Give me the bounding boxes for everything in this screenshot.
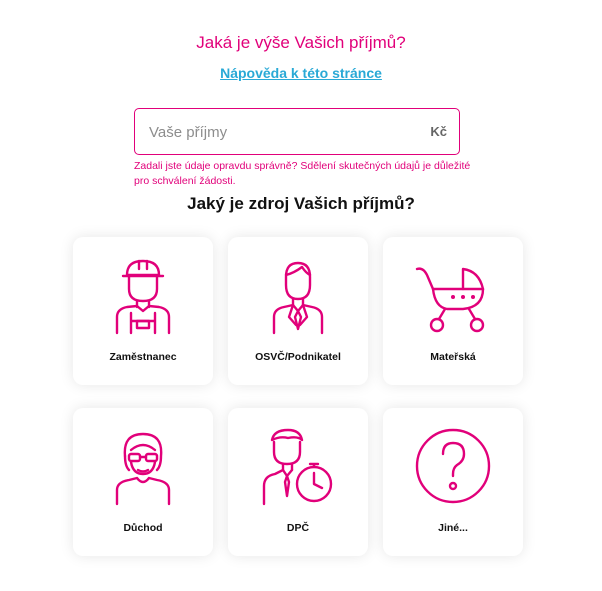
source-card-maternity[interactable]: Mateřská [383, 237, 523, 385]
section-title: Jaký je zdroj Vašich příjmů? [187, 194, 415, 213]
source-label: Zaměstnanec [109, 351, 177, 363]
source-card-other[interactable]: Jiné... [383, 408, 523, 556]
page-title: Jaká je výše Vašich příjmů? [196, 33, 406, 52]
income-field[interactable]: Kč [134, 108, 460, 156]
source-card-pension[interactable]: Důchod [73, 408, 213, 556]
baby-stroller-icon [415, 267, 485, 333]
businessman-icon [272, 261, 324, 335]
source-card-self-employed[interactable]: OSVČ/Podnikatel [228, 237, 368, 385]
currency-label: Kč [430, 124, 447, 139]
source-label: Jiné... [438, 522, 468, 534]
help-link[interactable]: Nápověda k této stránce [0, 65, 602, 81]
source-label: Důchod [123, 522, 163, 534]
elderly-woman-icon [115, 432, 171, 506]
income-input[interactable] [147, 109, 421, 156]
source-label: DPČ [286, 522, 310, 534]
source-card-dpc[interactable]: DPČ [228, 408, 368, 556]
source-label: OSVČ/Podnikatel [255, 351, 341, 363]
man-with-stopwatch-icon [262, 428, 333, 506]
validation-warning: Zadali jste údaje opravdu správně? Sděle… [134, 160, 471, 187]
source-card-employee[interactable]: Zaměstnanec [73, 237, 213, 385]
question-mark-icon [415, 428, 491, 504]
source-label: Mateřská [430, 351, 476, 363]
worker-icon [115, 259, 171, 335]
